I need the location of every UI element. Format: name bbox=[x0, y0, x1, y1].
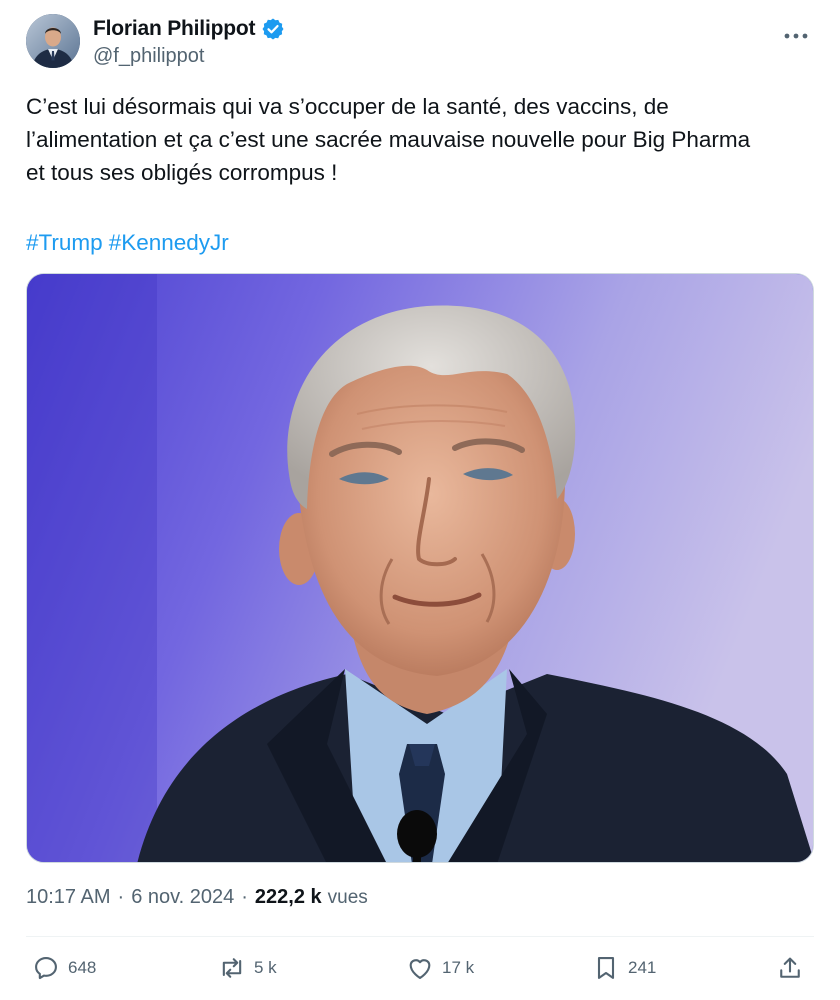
author-names: Florian Philippot @f_philippot bbox=[93, 16, 285, 68]
views-count: 222,2 k bbox=[254, 886, 322, 908]
heart-icon bbox=[409, 959, 431, 979]
more-horizontal-icon bbox=[784, 33, 808, 39]
reply-button[interactable]: 648 bbox=[32, 954, 96, 982]
repost-button[interactable]: 5 k bbox=[218, 954, 277, 982]
tweet-date[interactable]: 6 nov. 2024 bbox=[131, 886, 234, 909]
tweet-time[interactable]: 10:17 AM bbox=[26, 886, 111, 909]
author-handle[interactable]: @f_philippot bbox=[93, 45, 285, 68]
hashtags: #Trump #KennedyJr bbox=[26, 226, 235, 259]
name-row: Florian Philippot bbox=[93, 16, 285, 42]
avatar[interactable] bbox=[26, 14, 80, 68]
tweet-card: Florian Philippot @f_philippot C’est lui… bbox=[0, 0, 840, 1000]
views-label: vues bbox=[327, 887, 368, 908]
author-display-name[interactable]: Florian Philippot bbox=[93, 17, 255, 41]
share-icon bbox=[780, 957, 800, 978]
like-count: 17 k bbox=[442, 958, 475, 977]
portrait-photo-icon bbox=[27, 274, 813, 862]
more-options-button[interactable] bbox=[778, 24, 814, 48]
repost-count: 5 k bbox=[254, 958, 277, 977]
reply-icon bbox=[35, 957, 57, 980]
share-button[interactable] bbox=[776, 954, 804, 982]
bookmark-button[interactable]: 241 bbox=[592, 954, 656, 982]
profile-photo-icon bbox=[26, 14, 80, 68]
verified-badge-icon[interactable] bbox=[261, 17, 285, 41]
reply-count: 648 bbox=[68, 958, 97, 977]
meta-separator: · bbox=[241, 886, 248, 908]
repost-icon bbox=[222, 958, 242, 978]
tweet-header: Florian Philippot @f_philippot bbox=[26, 14, 820, 74]
like-button[interactable]: 17 k bbox=[406, 954, 474, 982]
tweet-meta: 10:17 AM · 6 nov. 2024 · 222,2 k vues bbox=[26, 886, 368, 909]
bookmark-icon bbox=[597, 957, 615, 979]
bookmark-count: 241 bbox=[628, 958, 657, 977]
hashtag-kennedyjr[interactable]: #KennedyJr bbox=[109, 230, 229, 255]
meta-separator: · bbox=[117, 886, 125, 908]
action-bar: 648 5 k 17 k 241 bbox=[26, 950, 814, 990]
hashtag-trump[interactable]: #Trump bbox=[26, 230, 103, 255]
divider bbox=[26, 936, 814, 937]
tweet-text: C’est lui désormais qui va s’occuper de … bbox=[26, 94, 751, 185]
tweet-photo[interactable] bbox=[26, 273, 814, 863]
